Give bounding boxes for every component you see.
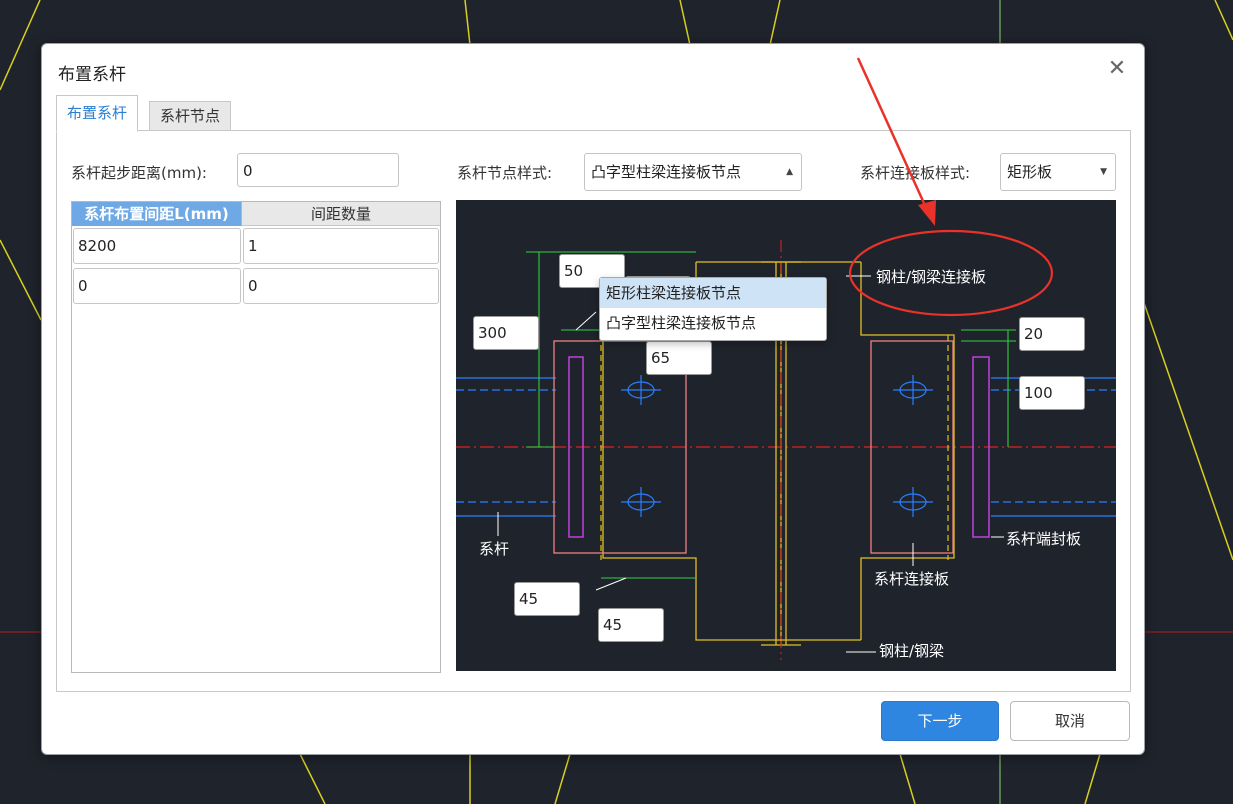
node-style-value: 凸字型柱梁连接板节点 bbox=[591, 163, 742, 181]
node-style-select[interactable]: 凸字型柱梁连接板节点 ▲ bbox=[584, 153, 802, 191]
dim-20[interactable]: 20 bbox=[1019, 317, 1085, 351]
tab-tie-rod-node[interactable]: 系杆节点 bbox=[149, 101, 232, 131]
dim-100[interactable]: 100 bbox=[1019, 376, 1085, 410]
label-end-plate: 系杆端封板 bbox=[1006, 530, 1082, 548]
tab-place-tie-rod[interactable]: 布置系杆 bbox=[56, 95, 139, 132]
start-distance-label: 系杆起步距离(mm): bbox=[71, 164, 207, 182]
dialog-title: 布置系杆 bbox=[58, 65, 126, 85]
node-style-dropdown: 矩形柱梁连接板节点 凸字型柱梁连接板节点 bbox=[599, 277, 827, 341]
plate-style-value: 矩形板 bbox=[1007, 163, 1053, 181]
node-style-label: 系杆节点样式: bbox=[457, 164, 553, 182]
plate-style-select[interactable]: 矩形板 ▼ bbox=[1000, 153, 1116, 191]
label-tie-plate: 系杆连接板 bbox=[874, 570, 950, 588]
tie-rod-dialog: 布置系杆 ✕ 布置系杆 系杆节点 系杆起步距离(mm): 0 系杆布置间距L(m… bbox=[41, 43, 1145, 755]
dropdown-option-convex-node[interactable]: 凸字型柱梁连接板节点 bbox=[600, 308, 826, 338]
plate-style-label: 系杆连接板样式: bbox=[860, 164, 971, 182]
label-tie-rod: 系杆 bbox=[479, 540, 510, 558]
label-column-plate: 钢柱/钢梁连接板 bbox=[876, 268, 987, 286]
chevron-down-icon: ▼ bbox=[1100, 167, 1107, 177]
grid-header: 系杆布置间距L(mm) 间距数量 bbox=[72, 202, 440, 226]
grid-header-spacing[interactable]: 系杆布置间距L(mm) bbox=[72, 202, 242, 226]
cancel-button[interactable]: 取消 bbox=[1010, 701, 1130, 741]
label-column-beam: 钢柱/钢梁 bbox=[879, 642, 945, 660]
table-row: 0 0 bbox=[72, 266, 440, 306]
grid-cell-count[interactable]: 1 bbox=[243, 228, 439, 264]
next-button[interactable]: 下一步 bbox=[881, 701, 999, 741]
grid-cell-count[interactable]: 0 bbox=[243, 268, 439, 304]
dropdown-option-rect-node[interactable]: 矩形柱梁连接板节点 bbox=[600, 278, 826, 308]
grid-cell-spacing[interactable]: 0 bbox=[73, 268, 241, 304]
dim-65[interactable]: 65 bbox=[646, 341, 712, 375]
grid-cell-spacing[interactable]: 8200 bbox=[73, 228, 241, 264]
tab-panel: 系杆起步距离(mm): 0 系杆布置间距L(mm) 间距数量 8200 1 0 … bbox=[56, 130, 1131, 692]
start-distance-input[interactable]: 0 bbox=[237, 153, 399, 187]
dim-45-a[interactable]: 45 bbox=[514, 582, 580, 616]
node-preview-drawing: 50 35 300 65 20 100 45 45 钢柱/钢梁连接板 系杆 系杆… bbox=[456, 200, 1116, 671]
table-row: 8200 1 bbox=[72, 226, 440, 266]
grid-header-count[interactable]: 间距数量 bbox=[242, 202, 440, 226]
dim-300[interactable]: 300 bbox=[473, 316, 539, 350]
spacing-grid: 系杆布置间距L(mm) 间距数量 8200 1 0 0 bbox=[71, 201, 441, 673]
dim-45-b[interactable]: 45 bbox=[598, 608, 664, 642]
chevron-up-icon: ▲ bbox=[786, 167, 793, 177]
close-icon[interactable]: ✕ bbox=[1104, 56, 1130, 82]
